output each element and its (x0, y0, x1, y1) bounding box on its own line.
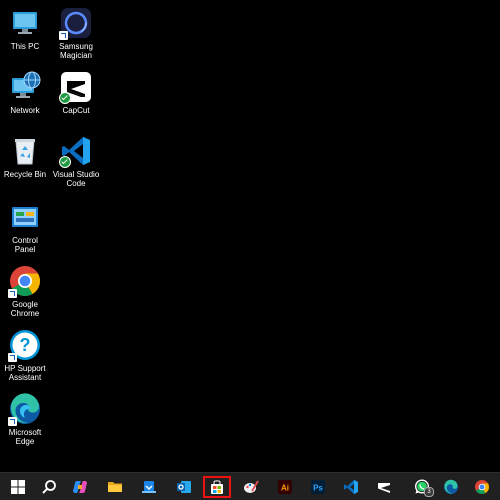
samsung-magician-icon (59, 6, 93, 40)
edge-icon (8, 392, 42, 426)
hp-support-icon: ? (8, 328, 42, 362)
desktop-icon-capcut[interactable]: CapCut (51, 68, 101, 115)
illustrator-icon: Ai (278, 480, 292, 494)
copilot-icon (73, 481, 87, 493)
app-installer-icon (142, 481, 156, 493)
desktop-icon-this-pc[interactable]: This PC (0, 4, 50, 51)
sync-status-icon (59, 156, 71, 168)
desktop-icon-network[interactable]: Network (0, 68, 50, 115)
desktop-icon-label: Recycle Bin (3, 170, 47, 179)
desktop-icon-samsung-magician[interactable]: Samsung Magician (51, 4, 101, 60)
paint-icon (244, 480, 259, 493)
desktop-icon-hp-support-assistant[interactable]: ? HP Support Assistant (0, 326, 50, 382)
taskbar-search-button[interactable] (35, 476, 63, 498)
taskbar-capcut-button[interactable] (370, 476, 398, 498)
desktop-icon-label: HP Support Assistant (4, 364, 46, 382)
taskbar-outlook-button[interactable] (170, 476, 198, 498)
taskbar-whatsapp-button[interactable]: 3 (408, 476, 436, 498)
shortcut-arrow-icon (8, 353, 17, 362)
shortcut-arrow-icon (8, 289, 17, 298)
folder-icon (108, 482, 122, 492)
desktop-icon-control-panel[interactable]: Control Panel (0, 198, 50, 254)
store-icon (211, 480, 223, 494)
capcut-icon (378, 483, 390, 493)
shortcut-arrow-icon (8, 417, 17, 426)
this-pc-icon (8, 6, 42, 40)
edge-icon (444, 479, 458, 494)
vscode-icon (344, 480, 358, 494)
taskbar-paint-button[interactable] (237, 476, 265, 498)
capcut-icon (59, 70, 93, 104)
desktop-icon-label: Samsung Magician (59, 42, 93, 60)
desktop-icon-vscode[interactable]: Visual Studio Code (51, 132, 101, 188)
desktop-icon-label: Microsoft Edge (8, 428, 42, 446)
taskbar-vscode-button[interactable] (337, 476, 365, 498)
desktop-icon-label: CapCut (62, 106, 90, 115)
shortcut-arrow-icon (59, 31, 68, 40)
taskbar-microsoft-store-button[interactable] (203, 476, 231, 498)
desktop-icon-label: This PC (10, 42, 40, 51)
desktop-icon-google-chrome[interactable]: Google Chrome (0, 262, 50, 318)
taskbar-start-button[interactable] (4, 476, 32, 498)
network-icon (8, 70, 42, 104)
desktop-icon-label: Visual Studio Code (52, 170, 100, 188)
windows-start-icon (11, 480, 25, 494)
desktop-icon-label: Control Panel (12, 236, 38, 254)
notification-badge: 3 (424, 487, 434, 497)
taskbar: Ai Ps 3 (0, 472, 500, 500)
outlook-icon (177, 481, 191, 493)
chrome-icon (8, 264, 42, 298)
desktop-icon-recycle-bin[interactable]: Recycle Bin (0, 132, 50, 179)
taskbar-file-explorer-button[interactable] (101, 476, 129, 498)
taskbar-illustrator-button[interactable]: Ai (271, 476, 299, 498)
desktop: This PC Network Recycle Bin Control Pane… (0, 0, 500, 472)
svg-text:?: ? (20, 335, 31, 355)
desktop-icon-microsoft-edge[interactable]: Microsoft Edge (0, 390, 50, 446)
vscode-icon (59, 134, 93, 168)
search-icon (42, 480, 56, 494)
taskbar-copilot-button[interactable] (66, 476, 94, 498)
taskbar-photoshop-button[interactable]: Ps (304, 476, 332, 498)
taskbar-app-installer-button[interactable] (135, 476, 163, 498)
control-panel-icon (8, 200, 42, 234)
desktop-icon-label: Network (10, 106, 40, 115)
taskbar-chrome-button[interactable] (468, 476, 496, 498)
sync-status-icon (59, 92, 71, 104)
photoshop-icon: Ps (311, 480, 325, 494)
svg-text:Ps: Ps (313, 484, 323, 493)
desktop-icon-label: Google Chrome (10, 300, 40, 318)
recycle-bin-icon (8, 134, 42, 168)
svg-text:Ai: Ai (281, 484, 289, 493)
chrome-icon (475, 480, 489, 494)
taskbar-edge-button[interactable] (437, 476, 465, 498)
